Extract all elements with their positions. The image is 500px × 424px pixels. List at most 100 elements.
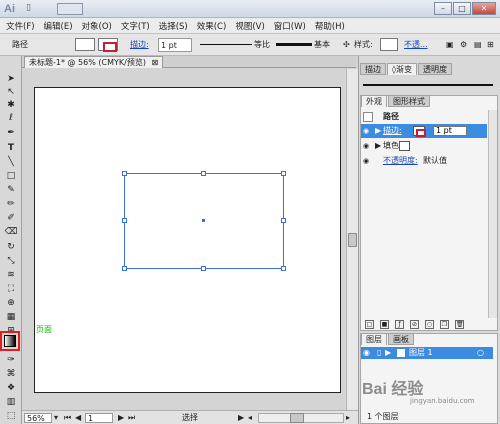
direct-selection-tool-icon[interactable]: ↖ (4, 87, 18, 98)
eye-icon[interactable]: ◉ (363, 127, 371, 135)
selection-tool-icon[interactable]: ➤ (4, 74, 18, 85)
tab-transparency[interactable]: 透明度 (417, 63, 452, 75)
handle-top-center[interactable] (201, 171, 206, 176)
lasso-tool-icon[interactable]: ℓ (4, 113, 18, 124)
expand-icon[interactable]: ▶ (375, 124, 381, 138)
horizontal-scroll-thumb[interactable] (290, 413, 304, 423)
appearance-stroke-row[interactable]: ◉ ▶ 描边: 1 pt (361, 124, 487, 138)
next-artboard-icon[interactable]: ▶ (118, 413, 124, 423)
align-icon[interactable]: ▤ (474, 38, 482, 52)
appearance-fill-row[interactable]: ◉ ▶ 填色: (361, 139, 487, 153)
stroke-color-swatch[interactable] (98, 38, 118, 52)
delete-item-icon[interactable]: 🗑 (455, 320, 464, 329)
tab-appearance[interactable]: 外观 (361, 95, 387, 107)
preferences-icon[interactable]: ⚙ (460, 38, 467, 52)
handle-bottom-center[interactable] (201, 266, 206, 271)
handle-middle-left[interactable] (122, 218, 127, 223)
layer-eye-icon[interactable]: ◉ (363, 347, 370, 359)
menu-object[interactable]: 对象(O) (82, 20, 112, 32)
opacity-link[interactable]: 不透... (404, 38, 428, 52)
tab-graphic-styles[interactable]: 图形样式 (388, 95, 430, 107)
menu-effect[interactable]: 效果(C) (197, 20, 227, 32)
menu-edit[interactable]: 编辑(E) (44, 20, 73, 32)
reduce-basic-icon[interactable]: ○ (425, 320, 434, 329)
handle-top-left[interactable] (122, 171, 127, 176)
menu-help[interactable]: 帮助(H) (315, 20, 345, 32)
type-tool-icon[interactable]: T (4, 143, 18, 154)
artboard-number-field[interactable]: 1 (85, 413, 113, 423)
document-setup-icon[interactable]: ▣ (446, 38, 454, 52)
graphic-style-swatch[interactable] (380, 38, 398, 51)
maximize-button[interactable]: □ (453, 2, 471, 15)
opacity-link-appearance[interactable]: 不透明度: (383, 154, 418, 168)
tab-layers[interactable]: 图层 (361, 333, 387, 345)
blend-tool-icon[interactable]: ⌘ (4, 369, 18, 380)
menu-type[interactable]: 文字(T) (121, 20, 150, 32)
eye-icon[interactable]: ◉ (363, 157, 371, 165)
status-menu-icon[interactable]: ▶ (238, 413, 244, 423)
expand-icon[interactable]: ▶ (375, 139, 381, 153)
warp-tool-icon[interactable]: ≋ (4, 270, 18, 281)
menu-file[interactable]: 文件(F) (6, 20, 35, 32)
minimize-button[interactable]: – (434, 2, 452, 15)
add-effect-icon[interactable]: ƒ (395, 320, 404, 329)
first-artboard-icon[interactable]: ⏮ (64, 413, 71, 423)
previous-artboard-icon[interactable]: ◀ (75, 413, 81, 423)
stroke-color-swatch-appearance[interactable] (413, 126, 426, 137)
handle-bottom-right[interactable] (281, 266, 286, 271)
brush-definition[interactable] (276, 38, 312, 52)
pen-tool-icon[interactable]: ✒ (4, 128, 18, 139)
handle-top-right[interactable] (281, 171, 286, 176)
layer-row[interactable]: ◉ ▯ ▶ 图层 1 ○ (361, 347, 493, 359)
variable-width-profile[interactable] (200, 38, 252, 52)
eyedropper-tool-icon[interactable]: ✑ (4, 355, 18, 366)
appearance-opacity-row[interactable]: ◉ 不透明度: 默认值 (361, 154, 487, 168)
tab-stroke[interactable]: 描边 (360, 63, 386, 75)
duplicate-item-icon[interactable]: ❐ (440, 320, 449, 329)
rotate-tool-icon[interactable]: ↻ (4, 242, 18, 253)
artboard-tool-icon[interactable]: ⬚ (4, 411, 18, 422)
zoom-dropdown-icon[interactable]: ▾ (54, 413, 58, 423)
clear-appearance-icon[interactable]: ⊘ (410, 320, 419, 329)
blob-brush-tool-icon[interactable]: ✐ (4, 213, 18, 224)
stroke-link[interactable]: 描边: (130, 38, 149, 52)
tab-gradient[interactable]: ◊渐变 (387, 63, 417, 75)
zoom-field[interactable]: 56% (24, 413, 52, 423)
rectangle-tool-icon[interactable]: □ (4, 171, 18, 182)
free-transform-tool-icon[interactable]: ⛶ (4, 284, 18, 295)
line-tool-icon[interactable]: ╲ (4, 157, 18, 168)
add-stroke-icon[interactable]: □ (365, 320, 374, 329)
add-fill-icon[interactable]: ■ (380, 320, 389, 329)
vertical-scroll-thumb[interactable] (348, 233, 357, 247)
paintbrush-tool-icon[interactable]: ✎ (4, 185, 18, 196)
scale-tool-icon[interactable]: ⤡ (4, 256, 18, 267)
appearance-scrollbar[interactable] (488, 110, 497, 318)
fill-color-swatch-appearance[interactable] (399, 141, 410, 151)
stroke-label[interactable]: 描边: (383, 124, 402, 138)
perspective-grid-tool-icon[interactable]: ▦ (4, 312, 18, 323)
pencil-tool-icon[interactable]: ✏ (4, 199, 18, 210)
target-icon[interactable]: ○ (477, 347, 484, 359)
last-artboard-icon[interactable]: ⏭ (128, 413, 135, 423)
close-tab-icon[interactable]: ⊠ (152, 58, 159, 67)
column-graph-tool-icon[interactable]: ▥ (4, 397, 18, 408)
scroll-right-icon[interactable]: ▸ (346, 413, 350, 423)
layer-name[interactable]: 图层 1 (409, 347, 433, 359)
scroll-left-icon[interactable]: ◂ (248, 413, 252, 423)
tab-artboards[interactable]: 画板 (388, 333, 414, 345)
document-tab[interactable]: 未标题-1* @ 56% (CMYK/预览) ⊠ (24, 56, 164, 68)
menu-view[interactable]: 视图(V) (235, 20, 264, 32)
eraser-tool-icon[interactable]: ⌫ (4, 227, 18, 238)
gradient-tool-icon[interactable] (4, 335, 16, 347)
arrange-documents-button[interactable] (57, 3, 83, 15)
layer-lock-icon[interactable]: ▯ (377, 347, 381, 359)
symbol-sprayer-tool-icon[interactable]: ❖ (4, 383, 18, 394)
magic-wand-tool-icon[interactable]: ✱ (4, 100, 18, 111)
stroke-weight-field-appearance[interactable]: 1 pt (433, 126, 467, 136)
eye-icon[interactable]: ◉ (363, 142, 371, 150)
stroke-weight-field[interactable]: 1 pt (158, 38, 192, 52)
handle-middle-right[interactable] (281, 218, 286, 223)
shape-builder-tool-icon[interactable]: ⊕ (4, 298, 18, 309)
menu-window[interactable]: 窗口(W) (274, 20, 306, 32)
menu-select[interactable]: 选择(S) (159, 20, 188, 32)
